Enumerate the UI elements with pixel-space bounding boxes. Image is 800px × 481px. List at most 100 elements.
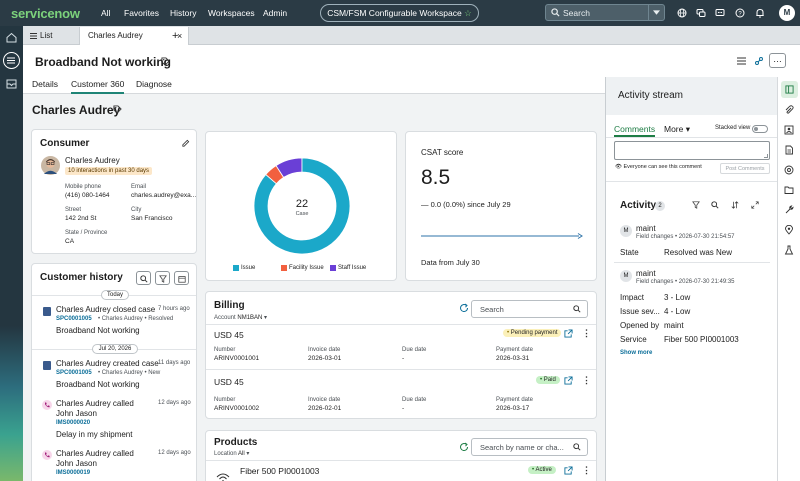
- invoice-date: 2026-03-01: [308, 355, 342, 362]
- legend-issue[interactable]: Issue: [241, 265, 255, 271]
- history-item-title[interactable]: Charles Audrey called John Jason: [56, 399, 152, 419]
- tag-icon[interactable]: [113, 105, 122, 114]
- search-icon[interactable]: [711, 201, 719, 209]
- field-value: 4 - Low: [664, 307, 691, 316]
- help-icon[interactable]: ?: [735, 8, 745, 18]
- account-value: NM1BAN: [237, 315, 263, 321]
- case-donut-chart[interactable]: 22 Case: [252, 156, 352, 256]
- chat-icon[interactable]: [696, 8, 706, 18]
- show-more-link[interactable]: Show more: [620, 350, 652, 356]
- agent-assist-icon[interactable]: [754, 56, 764, 66]
- star-icon[interactable]: ☆: [464, 8, 472, 18]
- nav-workspaces[interactable]: Workspaces: [208, 8, 255, 18]
- account-filter[interactable]: Account NM1BAN ▾: [214, 314, 267, 321]
- row-more-menu[interactable]: ⋮: [582, 328, 591, 339]
- list-view-button[interactable]: [3, 52, 20, 69]
- payment-date: 2026-03-17: [496, 405, 530, 412]
- invoice-number[interactable]: ARINV0001002: [214, 405, 259, 412]
- row-more-menu[interactable]: ⋮: [582, 375, 591, 386]
- tools-icon[interactable]: [784, 205, 794, 215]
- status-badge-pending: • Pending payment: [503, 329, 562, 337]
- globe-icon[interactable]: [677, 8, 687, 18]
- donut-center-value: 22: [296, 198, 308, 210]
- tab-comments[interactable]: Comments: [614, 124, 656, 137]
- search-scope-dropdown[interactable]: [648, 5, 664, 20]
- home-icon[interactable]: [6, 32, 17, 43]
- donut-center-label: Case: [296, 211, 309, 217]
- field-value: 3 - Low: [664, 293, 691, 302]
- tab-details[interactable]: Details: [32, 79, 58, 89]
- product-name[interactable]: Fiber 500 PI0001003: [240, 466, 319, 476]
- activity-stream-tab[interactable]: [781, 81, 798, 98]
- user-avatar[interactable]: M: [779, 5, 795, 21]
- menu-lines-icon[interactable]: [737, 57, 746, 65]
- billing-search-input[interactable]: Search: [471, 300, 588, 318]
- invoice-date-label: Invoice date: [308, 397, 341, 403]
- activity-user[interactable]: maint: [636, 224, 656, 233]
- tab-customer-360[interactable]: Customer 360: [71, 79, 125, 94]
- account-label: Account: [214, 315, 236, 321]
- knowledge-icon[interactable]: [784, 165, 794, 175]
- history-item-title[interactable]: Charles Audrey called John Jason: [56, 449, 152, 469]
- history-item-number[interactable]: IMS0000020: [56, 420, 90, 426]
- nav-history[interactable]: History: [170, 8, 196, 18]
- history-calendar-button[interactable]: [174, 271, 189, 285]
- nav-admin[interactable]: Admin: [263, 8, 287, 18]
- history-item-number[interactable]: IMS0000019: [56, 470, 90, 476]
- activity-user[interactable]: maint: [636, 269, 656, 278]
- right-contextual-rail: [777, 77, 800, 481]
- add-tab-button[interactable]: +: [172, 27, 186, 45]
- expand-icon[interactable]: [751, 201, 759, 209]
- open-external-icon[interactable]: [564, 466, 573, 475]
- open-external-icon[interactable]: [564, 376, 573, 385]
- notifications-bell-icon[interactable]: [755, 8, 765, 18]
- search-icon: [140, 274, 148, 283]
- folder-icon[interactable]: [784, 185, 794, 195]
- divider: [606, 181, 777, 182]
- edit-pencil-icon[interactable]: [181, 139, 190, 148]
- status-dot: •: [540, 377, 543, 383]
- attachment-icon[interactable]: [784, 105, 794, 115]
- history-item-title[interactable]: Charles Audrey closed case: [56, 305, 155, 314]
- more-actions-button[interactable]: …: [769, 53, 786, 68]
- location-filter[interactable]: Location All ▾: [214, 450, 249, 457]
- nav-all[interactable]: All: [101, 8, 110, 18]
- legend-swatch-facility: [281, 265, 287, 271]
- legend-facility-issue[interactable]: Facility Issue: [289, 265, 324, 271]
- products-search-input[interactable]: Search by name or cha...: [471, 438, 588, 456]
- lab-flask-icon[interactable]: [784, 245, 794, 255]
- servicenow-logo[interactable]: servicenow: [11, 6, 80, 21]
- history-item-number[interactable]: SPC0001005: [56, 370, 92, 376]
- open-external-icon[interactable]: [564, 329, 573, 338]
- tab-diagnose[interactable]: Diagnose: [136, 79, 172, 89]
- tag-icon[interactable]: [161, 57, 170, 66]
- resize-handle[interactable]: [764, 154, 768, 158]
- location-pin-icon[interactable]: [784, 225, 794, 235]
- inbox-icon[interactable]: [6, 78, 17, 89]
- consumer-card: Consumer Charles Audrey 10 interactions …: [31, 129, 197, 254]
- history-filter-button[interactable]: [155, 271, 170, 285]
- history-search-button[interactable]: [136, 271, 151, 285]
- comment-textarea[interactable]: [614, 141, 770, 160]
- stacked-view-toggle[interactable]: [752, 125, 768, 133]
- contact-card-icon[interactable]: [784, 125, 794, 135]
- sidebar-chat-icon[interactable]: [715, 8, 725, 18]
- history-item-time: 7 hours ago: [158, 306, 190, 312]
- global-search-input[interactable]: Search: [545, 4, 665, 21]
- document-icon[interactable]: [784, 145, 794, 155]
- post-comments-button[interactable]: Post Comments: [720, 163, 770, 174]
- history-item-number[interactable]: SPC0001005: [56, 316, 92, 322]
- workspace-pill[interactable]: CSM/FSM Configurable Workspace ☆: [320, 4, 479, 22]
- history-item-title[interactable]: Charles Audrey created case: [56, 359, 159, 368]
- divider: [606, 137, 777, 138]
- legend-staff-issue[interactable]: Staff Issue: [338, 265, 366, 271]
- refresh-icon[interactable]: [459, 442, 469, 452]
- row-more-menu[interactable]: ⋮: [582, 465, 591, 476]
- tab-more[interactable]: More ▾: [664, 124, 690, 135]
- refresh-icon[interactable]: [459, 303, 469, 313]
- nav-favorites[interactable]: Favorites: [124, 8, 159, 18]
- invoice-number[interactable]: ARINV0001001: [214, 355, 259, 362]
- filter-icon[interactable]: [692, 201, 700, 209]
- sort-icon[interactable]: [731, 201, 739, 209]
- avatar: [41, 156, 60, 175]
